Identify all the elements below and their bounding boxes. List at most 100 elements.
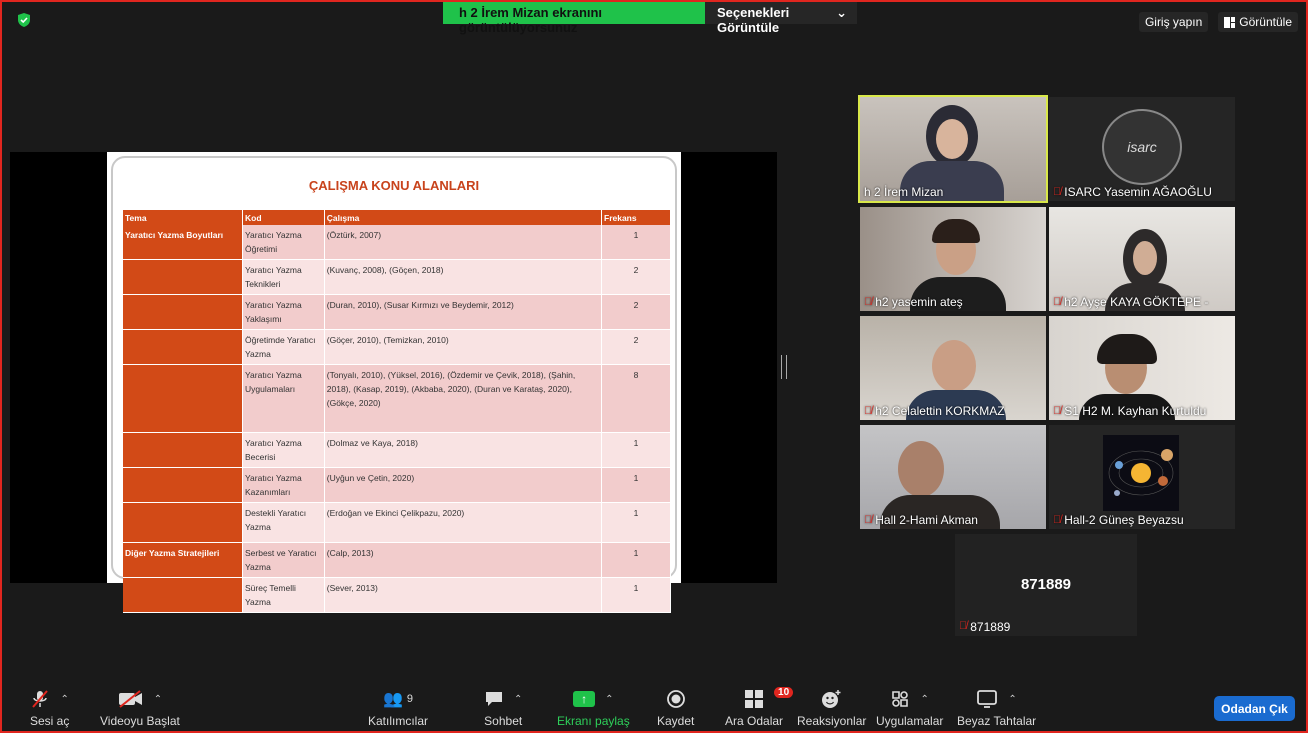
table-row: Yaratıcı Yazma Yaklaşımı (Duran, 2010), (… [123,294,671,330]
cell-tema [123,432,243,468]
face-shape [936,119,968,159]
solar-system-avatar [1103,435,1179,511]
participant-tile-4[interactable]: 🎙̸ h2 Celalettin KORKMAZ [860,316,1046,420]
resize-handle[interactable] [781,355,787,379]
caret-up-icon[interactable]: ⌃ [514,694,522,705]
table-row: Yaratıcı Yazma Kazanımları (Uyğun ve Çeti… [123,467,671,503]
table-header-row: Tema Kod Çalışma Frekans [123,210,671,225]
apps-button[interactable]: ⌃ Uygulamalar [876,688,943,728]
chat-bubble-icon [486,692,502,706]
record-icon [666,690,685,708]
caret-up-icon[interactable]: ⌃ [154,694,162,705]
record-label: Kaydet [657,714,695,728]
participant-name: 🎙̸ h2 Celalettin KORKMAZ [864,404,1005,418]
share-status-label: h 2 İrem Mizan ekranını görüntülüyorsunu… [443,2,705,35]
participant-tile-5[interactable]: 🎙̸ S1 H2 M. Kayhan Kurtuldu [1049,316,1235,420]
shield-icon[interactable] [16,12,32,28]
participant-name: 🎙̸ h2 yasemin ateş [864,295,963,309]
cell-frekans: 1 [601,225,671,260]
participants-count: 9 [406,693,414,705]
mic-muted-icon: 🎙̸ [1053,405,1062,417]
table-row: Öğretimde Yaratıcı Yazma (Göçer, 2010), (… [123,329,671,365]
share-banner: h 2 İrem Mizan ekranını görüntülüyorsunu… [443,2,857,35]
participants-button[interactable]: 👥 9 Katılımcılar [368,688,428,728]
caret-up-icon[interactable]: ⌃ [1008,694,1016,705]
video-button[interactable]: ⌃ Videoyu Başlat [100,688,180,728]
people-icon: 👥 [382,691,403,708]
participant-tile-7[interactable]: 🎙̸ Hall-2 Güneş Beyazsu [1049,425,1235,529]
sign-in-label: Giriş yapın [1144,15,1203,29]
table-row: Yaratıcı Yazma Becerisi (Dolmaz ve Kaya, … [123,432,671,468]
participant-tile-1[interactable]: isarc 🎙̸ ISARC Yasemin AĞAOĞLU [1049,97,1235,201]
cell-frekans: 2 [601,329,671,365]
face-shape [898,441,944,497]
cell-tema [123,259,243,295]
table-row: Yaratıcı Yazma Boyutları Yaratıcı Yazma Ö… [123,225,671,260]
cell-tema [123,364,243,433]
mic-muted-icon: 🎙̸ [1053,514,1062,526]
caret-up-icon[interactable]: ⌃ [605,694,613,705]
sign-in-button[interactable]: Giriş yapın [1138,12,1209,32]
cell-kod: Süreç Temelli Yazma [242,577,325,613]
participant-name: 🎙̸ h2 Ayşe KAYA GÖKTEPE - [1053,295,1208,309]
reactions-button[interactable]: Reaksiyonlar [797,688,866,728]
participant-name-text: ISARC Yasemin AĞAOĞLU [1064,185,1212,199]
table-row: Süreç Temelli Yazma (Sever, 2013) 1 [123,577,671,613]
video-off-icon [118,690,142,708]
leave-meeting-button[interactable]: Odadan Çık [1214,696,1295,721]
study-topics-table: Tema Kod Çalışma Frekans Yaratıcı Yazma … [123,210,671,613]
video-label: Videoyu Başlat [100,714,180,728]
participant-name-text: h 2 İrem Mizan [864,185,944,199]
layout-icon [1224,16,1236,28]
record-button[interactable]: Kaydet [657,688,694,728]
audio-button[interactable]: ⌃ Sesi aç [30,688,69,728]
cell-frekans: 1 [601,432,671,468]
participant-tile-2[interactable]: 🎙̸ h2 yasemin ateş [860,207,1046,311]
cell-calisma: (Calp, 2013) [324,542,603,578]
cell-kod: Yaratıcı Yazma Yaklaşımı [242,294,325,330]
caret-up-icon[interactable]: ⌃ [60,694,68,705]
participant-tile-3[interactable]: 🎙̸ h2 Ayşe KAYA GÖKTEPE - [1049,207,1235,311]
reactions-label: Reaksiyonlar [797,714,867,728]
header-calisma: Çalışma [324,210,603,225]
whiteboards-button[interactable]: ⌃ Beyaz Tahtalar [957,688,1036,728]
participants-label: Katılımcılar [368,714,429,728]
chat-label: Sohbet [484,714,523,728]
logo-text: isarc [1127,139,1157,155]
participant-name-text: h2 Ayşe KAYA GÖKTEPE - [1064,295,1209,309]
view-options-button[interactable]: Seçenekleri Görüntüle ⌄ [705,2,857,35]
slide-title: ÇALIŞMA KONU ALANLARI [308,178,480,193]
isarc-logo: isarc [1102,109,1182,185]
breakout-rooms-button[interactable]: 10 Ara Odalar [725,687,794,728]
face-shape [1133,241,1157,275]
cell-tema [123,577,243,613]
whiteboard-icon [977,690,998,708]
cell-calisma: (Uyğun ve Çetin, 2020) [324,467,603,503]
participant-name: 🎙̸ ISARC Yasemin AĞAOĞLU [1053,185,1212,199]
cell-calisma: (Kuvanç, 2008), (Göçen, 2018) [324,259,603,295]
cell-frekans: 8 [601,364,671,433]
table-row: Yaratıcı Yazma Uygulamaları (Tonyalı, 201… [123,364,671,433]
view-options-label: Seçenekleri Görüntüle [717,5,790,35]
chevron-down-icon: ⌄ [836,5,847,20]
participant-tile-0[interactable]: h 2 İrem Mizan [858,95,1048,203]
participant-tile-6[interactable]: 🎙̸ Hall 2-Hami Akman [860,425,1046,529]
mic-muted-icon: 🎙̸ [959,620,968,632]
breakout-label: Ara Odalar [725,714,784,728]
mic-muted-icon: 🎙̸ [864,405,873,417]
participant-tile-phone[interactable]: 871889 🎙̸ 871889 [955,534,1137,636]
share-label: Ekranı paylaş [557,714,630,728]
chat-button[interactable]: ⌃ Sohbet [484,688,522,728]
top-right-controls: Giriş yapın Görüntüle [1138,12,1298,32]
mic-muted-icon [32,690,49,708]
view-button[interactable]: Görüntüle [1218,12,1298,32]
cell-kod: Destekli Yaratıcı Yazma [242,502,325,543]
cell-kod: Yaratıcı Yazma Becerisi [242,432,325,468]
participant-name-text: h2 Celalettin KORKMAZ [875,404,1005,418]
header-kod: Kod [242,210,325,225]
caret-up-icon[interactable]: ⌃ [920,694,928,705]
participant-name-text: Hall-2 Güneş Beyazsu [1064,513,1184,527]
cell-tema [123,329,243,365]
share-screen-button[interactable]: ↑ ⌃ Ekranı paylaş [557,688,630,728]
cell-kod: Yaratıcı Yazma Teknikleri [242,259,325,295]
